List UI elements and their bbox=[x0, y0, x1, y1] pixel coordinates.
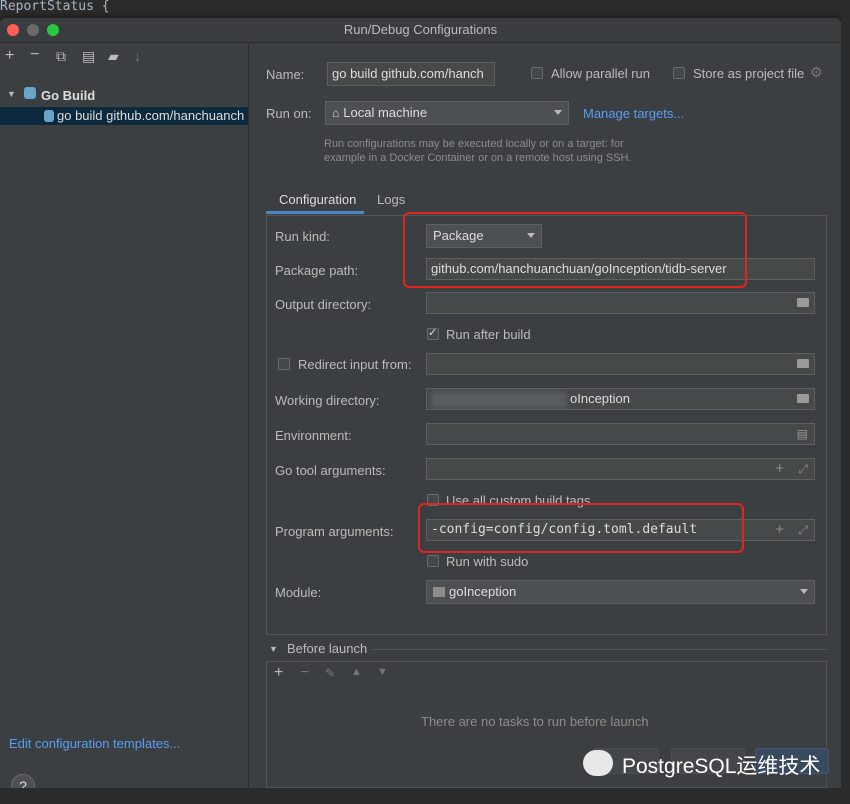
copy-icon[interactable]: ⧉ bbox=[56, 48, 66, 65]
module-folder-icon bbox=[433, 587, 445, 597]
package-path-label: Package path: bbox=[275, 263, 359, 278]
edit-templates-link[interactable]: Edit configuration templates... bbox=[9, 736, 180, 751]
manage-targets-link[interactable]: Manage targets... bbox=[583, 106, 684, 121]
run-on-hint-line1: Run configurations may be executed local… bbox=[324, 138, 624, 150]
title-bar: Run/Debug Configurations bbox=[0, 18, 841, 43]
working-directory-input[interactable]: oInception bbox=[426, 388, 815, 410]
working-directory-value: oInception bbox=[570, 391, 630, 406]
document-icon[interactable]: ▤ bbox=[797, 424, 808, 444]
chevron-down-icon[interactable]: ▼ bbox=[7, 89, 16, 99]
program-arguments-label: Program arguments: bbox=[275, 524, 394, 539]
store-project-checkbox[interactable] bbox=[673, 67, 685, 79]
output-directory-label: Output directory: bbox=[275, 297, 372, 312]
chevron-down-icon bbox=[800, 589, 808, 594]
add-icon[interactable]: + bbox=[5, 47, 14, 65]
folder-icon[interactable] bbox=[797, 298, 809, 307]
store-project-label: Store as project file bbox=[693, 66, 805, 81]
run-with-sudo-checkbox[interactable] bbox=[427, 555, 439, 567]
environment-label: Environment: bbox=[275, 428, 352, 443]
wechat-logo-icon bbox=[583, 750, 613, 776]
run-after-build-checkbox[interactable] bbox=[427, 326, 439, 340]
redirect-input-checkbox[interactable] bbox=[278, 358, 290, 370]
sort-icon[interactable]: ↓ bbox=[134, 48, 141, 64]
watermark-text: PostgreSQL运维技术 bbox=[622, 755, 821, 778]
home-icon: ⌂ bbox=[332, 106, 340, 120]
configurations-sidebar: + − ⧉ ▤ ▰ ↓ ▼ Go Build go build github.c… bbox=[0, 43, 249, 788]
run-with-sudo-label: Run with sudo bbox=[446, 554, 529, 569]
run-on-hint-line2: example in a Docker Container or on a re… bbox=[324, 152, 632, 164]
add-task-icon[interactable]: + bbox=[274, 664, 283, 682]
run-kind-label: Run kind: bbox=[275, 229, 330, 244]
expand-icon[interactable]: ⤢ bbox=[798, 459, 808, 479]
name-input[interactable]: go build github.com/hanch bbox=[327, 62, 495, 86]
run-on-dropdown[interactable]: ⌂ Local machine bbox=[325, 101, 569, 125]
module-dropdown[interactable]: goInception bbox=[426, 580, 815, 604]
help-icon: ? bbox=[19, 778, 27, 788]
output-directory-input[interactable] bbox=[426, 292, 815, 314]
sidebar-group-go-build[interactable]: Go Build bbox=[41, 88, 95, 103]
help-button[interactable]: ? bbox=[11, 774, 35, 788]
before-launch-empty-text: There are no tasks to run before launch bbox=[421, 714, 649, 729]
background-editor-edge bbox=[841, 18, 850, 804]
save-icon[interactable]: ▤ bbox=[82, 48, 95, 65]
remove-task-icon[interactable]: − bbox=[300, 664, 309, 682]
module-label: Module: bbox=[275, 585, 322, 600]
add-icon[interactable]: + bbox=[775, 459, 784, 479]
gear-icon[interactable]: ⚙ bbox=[810, 64, 823, 81]
sidebar-item-go-build[interactable]: go build github.com/hanchuanch bbox=[57, 108, 244, 123]
go-build-config-icon bbox=[44, 110, 54, 122]
redirect-input-label: Redirect input from: bbox=[298, 357, 412, 372]
move-up-icon[interactable]: ▲ bbox=[351, 666, 362, 678]
allow-parallel-label: Allow parallel run bbox=[551, 66, 650, 81]
folder-icon[interactable] bbox=[797, 394, 809, 403]
allow-parallel-checkbox[interactable] bbox=[531, 67, 543, 79]
chevron-down-icon[interactable]: ▼ bbox=[269, 644, 278, 654]
run-debug-dialog: Run/Debug Configurations + − ⧉ ▤ ▰ ↓ ▼ G… bbox=[0, 18, 841, 788]
folder-icon[interactable]: ▰ bbox=[108, 48, 119, 65]
before-launch-divider bbox=[372, 649, 827, 650]
go-tool-arguments-input[interactable]: + ⤢ bbox=[426, 458, 815, 480]
folder-icon[interactable] bbox=[797, 359, 809, 368]
remove-icon[interactable]: − bbox=[30, 46, 39, 64]
highlight-box-program-args bbox=[418, 503, 744, 553]
redirect-input-field[interactable] bbox=[426, 353, 815, 375]
add-icon[interactable]: + bbox=[775, 520, 784, 540]
background-editor-bottom bbox=[0, 788, 850, 804]
edit-task-icon[interactable]: ✎ bbox=[325, 666, 335, 680]
before-launch-title: Before launch bbox=[287, 641, 368, 656]
window-title: Run/Debug Configurations bbox=[343, 22, 498, 37]
name-label: Name: bbox=[266, 67, 305, 82]
background-code-text: ReportStatus { bbox=[0, 0, 110, 14]
environment-input[interactable]: ▤ bbox=[426, 423, 815, 445]
chevron-down-icon bbox=[554, 110, 562, 115]
run-on-label: Run on: bbox=[266, 106, 312, 121]
highlight-box-package bbox=[403, 212, 747, 288]
working-directory-label: Working directory: bbox=[275, 393, 380, 408]
go-tool-arguments-label: Go tool arguments: bbox=[275, 463, 386, 478]
run-after-build-label: Run after build bbox=[446, 327, 531, 342]
move-down-icon[interactable]: ▼ bbox=[377, 666, 388, 678]
expand-icon[interactable]: ⤢ bbox=[798, 520, 808, 540]
tab-logs[interactable]: Logs bbox=[377, 192, 405, 207]
background-code-editor: ReportStatus { bbox=[0, 0, 850, 20]
tab-configuration[interactable]: Configuration bbox=[279, 192, 356, 207]
go-gopher-icon bbox=[24, 87, 36, 99]
redacted-path bbox=[431, 392, 567, 408]
run-on-value: Local machine bbox=[343, 105, 428, 120]
active-tab-indicator bbox=[266, 211, 364, 214]
module-value: goInception bbox=[449, 584, 517, 599]
